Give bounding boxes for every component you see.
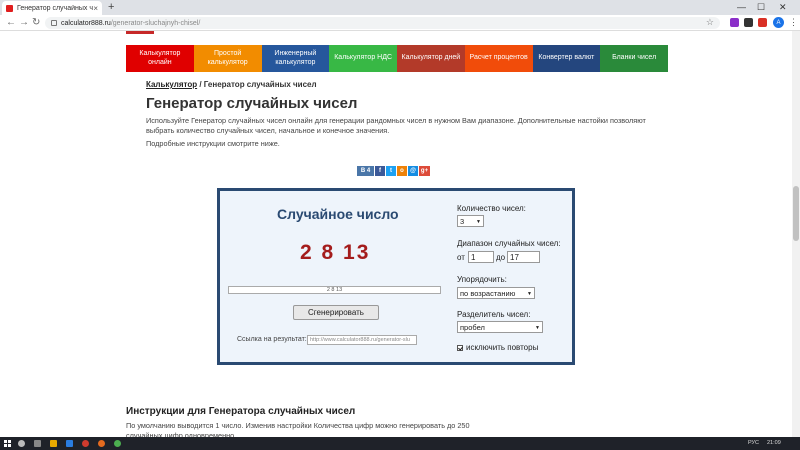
count-select-value: 3 [460,216,465,226]
share-buttons: В 4 f t о @ g+ [357,166,430,176]
random-result: 2 8 13 [300,241,371,264]
firefox-icon[interactable] [98,440,105,447]
generate-button[interactable]: Сгенерировать [293,305,379,320]
windows-start-icon[interactable] [4,440,11,447]
extension-icon[interactable] [730,18,739,27]
nav-item-calculator-online[interactable]: Калькулятор онлайн [126,45,194,72]
tab-close-icon[interactable]: × [93,4,98,13]
share-vk-button[interactable]: В 4 [357,166,374,176]
site-favicon-icon [6,4,13,12]
file-explorer-icon[interactable] [50,440,57,447]
result-link-label: Ссылка на результат: [237,336,307,343]
share-twitter-button[interactable]: t [386,166,396,176]
share-odnoklassniki-button[interactable]: о [397,166,407,176]
share-facebook-button[interactable]: f [375,166,385,176]
browser-menu-icon[interactable]: ⋮ [789,17,798,28]
range-to-label: до [496,253,506,262]
range-label: Диапазон случайных чисел: [457,239,561,248]
reload-icon[interactable]: ↻ [32,17,40,28]
page-scrollbar[interactable] [792,31,800,437]
random-number-generator-panel: Случайное число 2 8 13 2 8 13 Сгенериров… [217,188,575,365]
no-repeat-label: исключить повторы [466,343,539,352]
range-from-label: от [457,253,465,262]
nav-item-number-forms[interactable]: Бланки чисел [600,45,668,72]
nav-item-currency-converter[interactable]: Конвертер валют [532,45,601,72]
breadcrumb-separator: / [197,80,204,89]
nav-item-percent-calculation[interactable]: Расчет процентов [464,45,533,72]
breadcrumb: Калькулятор / Генератор случайных чисел [146,80,317,89]
profile-avatar[interactable]: A [773,17,784,28]
nav-item-simple-calculator[interactable]: Простой калькулятор [193,45,262,72]
count-select[interactable]: 3 ▼ [457,215,484,227]
no-repeat-option[interactable]: исключить повторы [457,343,538,352]
share-mailru-button[interactable]: @ [408,166,418,176]
opera-icon[interactable] [82,440,89,447]
instructions-hint: Подробные инструкции смотрите ниже. [146,139,280,148]
maximize-button[interactable]: ☐ [757,2,765,13]
sort-label: Упорядочить: [457,275,507,284]
separator-label: Разделитель чисел: [457,310,531,319]
separator-select[interactable]: пробел ▼ [457,321,543,333]
no-repeat-checkbox[interactable] [457,344,463,351]
extension-icon[interactable] [758,18,767,27]
forward-arrow-icon[interactable]: → [19,17,29,28]
count-label: Количество чисел: [457,204,526,213]
new-tab-button[interactable]: + [108,1,114,13]
instructions-title: Инструкции для Генератора случайных чисе… [126,406,356,417]
result-link-input[interactable] [307,335,417,345]
lock-icon [51,20,57,26]
site-logo[interactable] [126,31,154,34]
browser-tabstrip: Генератор случайных чисел × + — ☐ ✕ [0,0,800,15]
page-title: Генератор случайных чисел [146,95,358,112]
generator-title: Случайное число [277,206,399,222]
chrome-icon[interactable] [114,440,121,447]
search-icon[interactable] [18,440,25,447]
url-host: calculator888.ru [61,19,111,27]
result-text-field[interactable]: 2 8 13 [228,286,441,294]
breadcrumb-current: Генератор случайных чисел [203,80,317,89]
browser-toolbar: ← → ↻ calculator888.ru/generator-sluchaj… [0,15,800,31]
main-nav: Калькулятор онлайн Простой калькулятор И… [126,45,668,72]
nav-item-vat-calculator[interactable]: Калькулятор НДС [329,45,397,72]
address-bar[interactable]: calculator888.ru/generator-sluchajnyh-ch… [45,17,720,29]
chevron-down-icon: ▼ [527,291,532,297]
browser-tab[interactable]: Генератор случайных чисел × [2,1,102,15]
back-arrow-icon[interactable]: ← [6,17,16,28]
scrollbar-thumb[interactable] [793,186,799,241]
range-from-input[interactable] [468,251,494,263]
chevron-down-icon: ▼ [535,325,540,331]
extension-icon[interactable] [744,18,753,27]
sort-select-value: по возрастанию [460,288,516,298]
intro-text: Используйте Генератор случайных чисел он… [146,116,646,136]
share-googleplus-button[interactable]: g+ [419,166,430,176]
nav-item-days-calculator[interactable]: Калькулятор дней [397,45,465,72]
bookmark-star-icon[interactable]: ☆ [706,17,714,28]
tab-title: Генератор случайных чисел [17,4,93,12]
sort-select[interactable]: по возрастанию ▼ [457,287,535,299]
close-window-button[interactable]: ✕ [779,2,787,13]
language-indicator[interactable]: РУС [748,440,759,446]
minimize-button[interactable]: — [737,2,746,12]
clock[interactable]: 21:09 [767,440,781,446]
windows-taskbar: РУС 21:09 [0,437,800,450]
range-to-input[interactable] [507,251,540,263]
breadcrumb-home-link[interactable]: Калькулятор [146,80,197,89]
chevron-down-icon: ▼ [476,219,481,225]
edge-icon[interactable] [66,440,73,447]
url-path: /generator-sluchajnyh-chisel/ [110,19,201,27]
task-view-icon[interactable] [34,440,41,447]
separator-select-value: пробел [460,322,485,332]
nav-item-engineering-calculator[interactable]: Инженерный калькулятор [261,45,330,72]
